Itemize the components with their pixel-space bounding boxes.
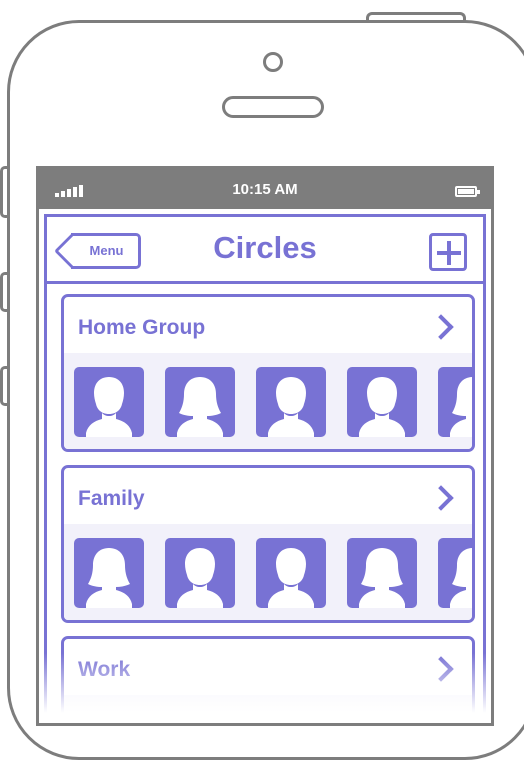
- circle-card[interactable]: Home Group: [61, 294, 475, 452]
- male-avatar-icon[interactable]: [165, 538, 235, 608]
- add-circle-button[interactable]: [429, 233, 467, 271]
- earpiece-speaker: [222, 96, 324, 118]
- female-avatar-icon[interactable]: [438, 367, 472, 437]
- male-avatar-icon[interactable]: [347, 367, 417, 437]
- female-avatar-icon[interactable]: [165, 367, 235, 437]
- front-camera: [263, 52, 283, 72]
- phone-screen: 10:15 AM Menu Circles Home GroupFamilyWo…: [36, 166, 494, 726]
- male-avatar-icon[interactable]: [256, 367, 326, 437]
- circle-card[interactable]: Family: [61, 465, 475, 623]
- circle-name: Family: [78, 487, 145, 510]
- page-title: Circles: [213, 230, 317, 265]
- member-avatar-strip[interactable]: [64, 353, 472, 449]
- app-view: Menu Circles Home GroupFamilyWork: [44, 214, 486, 723]
- female-avatar-icon[interactable]: [438, 538, 472, 608]
- male-avatar-icon[interactable]: [256, 538, 326, 608]
- battery-icon: [455, 186, 480, 197]
- bottom-fade: [39, 653, 491, 723]
- status-time: 10:15 AM: [232, 181, 298, 198]
- member-avatar-strip[interactable]: [64, 524, 472, 620]
- chevron-right-icon[interactable]: [428, 314, 454, 340]
- male-avatar-icon[interactable]: [74, 367, 144, 437]
- circle-name: Home Group: [78, 316, 206, 339]
- chevron-right-icon[interactable]: [428, 485, 454, 511]
- female-avatar-icon[interactable]: [74, 538, 144, 608]
- status-bar: 10:15 AM: [39, 169, 491, 209]
- navigation-bar: Menu Circles: [47, 217, 483, 284]
- female-avatar-icon[interactable]: [347, 538, 417, 608]
